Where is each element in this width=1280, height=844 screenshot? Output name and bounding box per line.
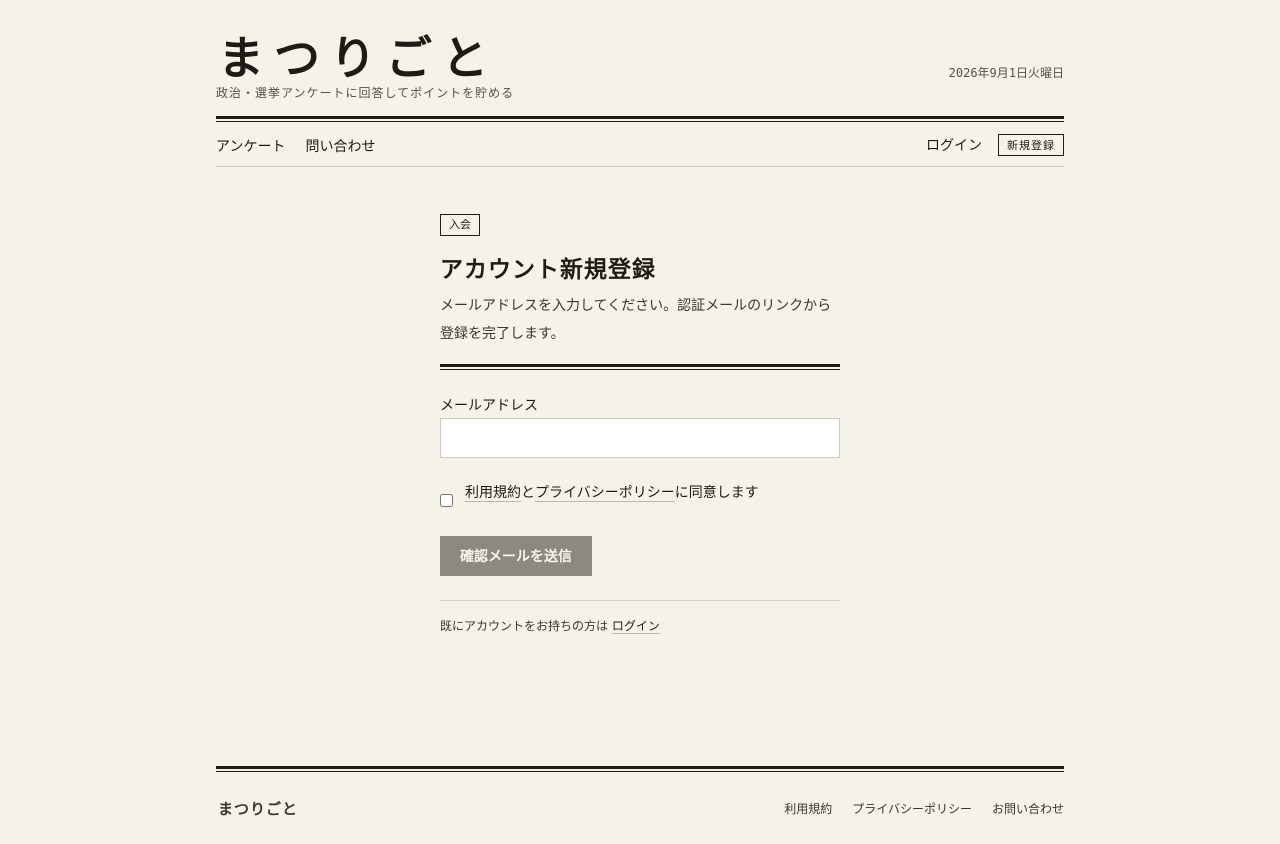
site-header: まつりごと 政治・選挙アンケートに回答してポイントを貯める 2026年9月1日火… xyxy=(216,26,1064,122)
email-label: メールアドレス xyxy=(440,398,538,414)
description-line-2: 登録を完了します。 xyxy=(440,326,565,342)
footer-logo[interactable]: まつりごと xyxy=(218,798,298,819)
have-account-label: 既にアカウントをお持ちの方は xyxy=(440,619,609,633)
footer-links: 利用規約 プライバシーポリシー お問い合わせ xyxy=(784,800,1064,817)
description-line-1: メールアドレスを入力してください。認証メールのリンクから xyxy=(440,298,832,314)
form-divider xyxy=(440,600,840,601)
form-double-rule xyxy=(440,364,840,370)
form-description: メールアドレスを入力してください。認証メールのリンクから 登録を完了します。 xyxy=(440,292,840,348)
footer-link-privacy[interactable]: プライバシーポリシー xyxy=(852,800,972,817)
nav-register-button[interactable]: 新規登録 xyxy=(998,134,1064,156)
terms-link[interactable]: 利用規約 xyxy=(465,485,521,502)
header-double-rule xyxy=(216,116,1064,122)
agree-text: 利用規約とプライバシーポリシーに同意します xyxy=(465,482,759,502)
nav-item-contact[interactable]: 問い合わせ xyxy=(305,136,375,156)
signup-form: 入会 アカウント新規登録 メールアドレスを入力してください。認証メールのリンクか… xyxy=(440,213,840,634)
have-account-text: 既にアカウントをお持ちの方は ログイン xyxy=(440,617,840,634)
nav-auth: ログイン 新規登録 xyxy=(926,134,1064,156)
nav-item-survey[interactable]: アンケート xyxy=(216,136,285,156)
agree-checkbox[interactable] xyxy=(440,494,453,507)
form-login-link[interactable]: ログイン xyxy=(611,619,660,634)
section-badge: 入会 xyxy=(440,214,480,236)
nav-login-link[interactable]: ログイン xyxy=(926,135,982,155)
agree-row: 利用規約とプライバシーポリシーに同意します xyxy=(440,482,840,512)
footer-link-terms[interactable]: 利用規約 xyxy=(784,800,832,817)
site-tagline: 政治・選挙アンケートに回答してポイントを貯める xyxy=(216,86,515,100)
site-footer: まつりごと 利用規約 プライバシーポリシー お問い合わせ xyxy=(216,776,1064,826)
nav-links: アンケート 問い合わせ xyxy=(216,136,375,156)
send-confirmation-button[interactable]: 確認メールを送信 xyxy=(440,536,592,576)
page-title: アカウント新規登録 xyxy=(440,256,656,283)
footer-link-contact[interactable]: お問い合わせ xyxy=(992,800,1064,817)
page: まつりごと 政治・選挙アンケートに回答してポイントを貯める 2026年9月1日火… xyxy=(0,0,1280,844)
email-input[interactable] xyxy=(440,418,840,458)
agree-joiner: と xyxy=(521,485,535,501)
agree-suffix: に同意します xyxy=(674,485,759,501)
current-date: 2026年9月1日火曜日 xyxy=(948,66,1064,80)
footer-double-rule xyxy=(216,766,1064,772)
main-nav: アンケート 問い合わせ ログイン 新規登録 xyxy=(216,126,1064,167)
site-logo[interactable]: まつりごと xyxy=(218,28,498,88)
privacy-link[interactable]: プライバシーポリシー xyxy=(535,485,675,502)
